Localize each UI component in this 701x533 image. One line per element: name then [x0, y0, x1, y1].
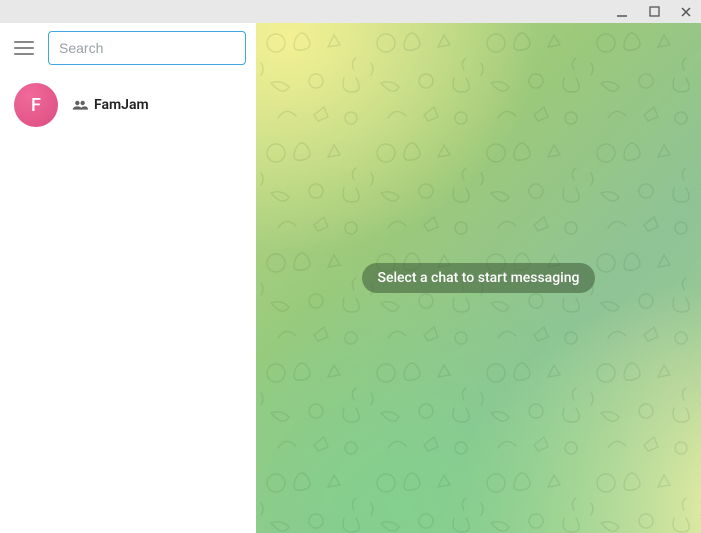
avatar-initial: F [31, 95, 41, 116]
sidebar: F FamJam [0, 23, 256, 533]
search-wrapper [48, 31, 246, 65]
group-icon [72, 99, 88, 111]
search-input[interactable] [48, 31, 246, 65]
window-maximize-button[interactable] [647, 5, 661, 19]
app-body: F FamJam [0, 23, 701, 533]
empty-state-message: Select a chat to start messaging [362, 263, 596, 293]
window-minimize-button[interactable] [615, 5, 629, 19]
maximize-icon [649, 6, 660, 17]
chat-list: F FamJam [0, 73, 256, 533]
chat-item-meta: FamJam [72, 97, 149, 113]
avatar: F [14, 83, 58, 127]
sidebar-header [0, 23, 256, 73]
minimize-icon [616, 6, 628, 18]
window-titlebar [0, 0, 701, 23]
close-icon [680, 6, 692, 18]
chat-item-name: FamJam [94, 97, 149, 113]
hamburger-icon [14, 40, 34, 56]
window-close-button[interactable] [679, 5, 693, 19]
chat-list-item[interactable]: F FamJam [0, 73, 256, 137]
chat-area: Select a chat to start messaging [256, 23, 701, 533]
menu-button[interactable] [10, 34, 38, 62]
